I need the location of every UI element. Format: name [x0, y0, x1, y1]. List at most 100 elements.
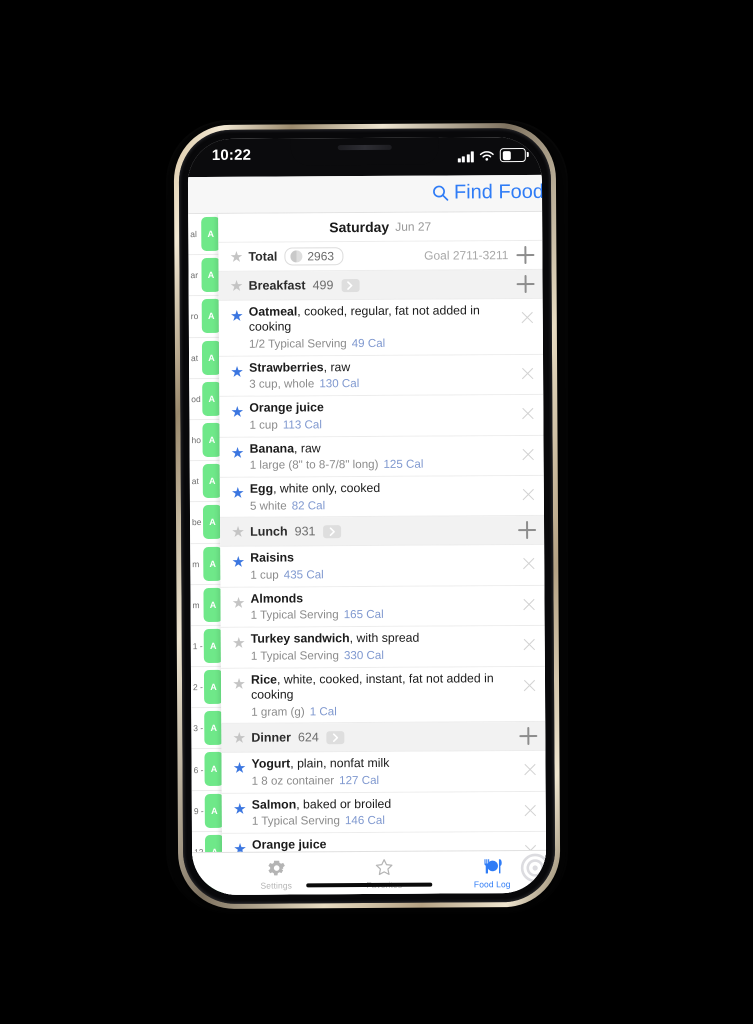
- food-calories: 82 Cal: [291, 498, 326, 512]
- add-food-to-total-button[interactable]: [516, 246, 534, 264]
- food-favorite-star-icon[interactable]: ★: [226, 551, 250, 571]
- find-foods-button[interactable]: Find Foods: [432, 181, 546, 205]
- background-list-row[interactable]: al A: [188, 213, 221, 256]
- food-serving-line: 3 cup, whole 130 Cal: [249, 376, 513, 392]
- total-row: ★ Total 2963 Goal 2711-3211: [218, 240, 543, 272]
- food-log-row[interactable]: ★ Oatmeal, cooked, regular, fat not added…: [218, 298, 544, 357]
- food-name: Almonds: [250, 590, 514, 607]
- food-serving-line: 5 white 82 Cal: [250, 498, 514, 514]
- food-favorite-star-icon[interactable]: ★: [228, 798, 252, 818]
- background-list-row[interactable]: mA: [190, 584, 223, 626]
- section-star-icon[interactable]: ★: [225, 277, 249, 294]
- background-list-row[interactable]: ho A: [189, 419, 222, 462]
- earpiece-speaker: [337, 144, 392, 151]
- section-star-icon[interactable]: ★: [226, 524, 250, 541]
- section-expand-button[interactable]: [341, 278, 360, 292]
- day-header: Saturday Jun 27: [218, 211, 543, 243]
- food-log-row[interactable]: ★ Rice, white, cooked, instant, fat not a…: [220, 666, 546, 725]
- food-favorite-star-icon[interactable]: ★: [226, 482, 250, 502]
- background-list-row[interactable]: 6 -A: [191, 749, 224, 791]
- home-indicator[interactable]: [306, 882, 433, 888]
- background-list-row[interactable]: 3 -A: [191, 708, 224, 750]
- remove-food-button[interactable]: [521, 407, 534, 420]
- food-serving-line: 1 8 oz container 127 Cal: [252, 773, 516, 789]
- food-serving: 1 cup: [249, 418, 278, 432]
- add-food-to-section-button[interactable]: [517, 275, 535, 293]
- battery-icon: [499, 148, 526, 163]
- total-calories-pill[interactable]: 2963: [284, 247, 344, 266]
- background-list-row[interactable]: 9 -A: [191, 790, 224, 832]
- target-bullseye-icon[interactable]: [520, 853, 547, 883]
- section-name: Lunch: [250, 524, 288, 540]
- food-favorite-star-icon[interactable]: ★: [225, 401, 249, 421]
- remove-food-button[interactable]: [521, 311, 534, 324]
- food-name-primary: Yogurt: [251, 756, 291, 772]
- food-favorite-star-icon[interactable]: ★: [226, 592, 250, 612]
- food-details: Salmon, baked or broiled 1 Typical Servin…: [252, 796, 546, 829]
- section-star-icon[interactable]: ★: [227, 730, 251, 747]
- food-log-row[interactable]: ★ Egg, white only, cooked 5 white 82 Cal: [219, 475, 545, 519]
- background-list-row[interactable]: 2 -A: [190, 666, 224, 709]
- meal-section-header: ★ Breakfast 499: [218, 269, 543, 301]
- background-list-row[interactable]: ro A: [188, 296, 221, 338]
- background-list-row[interactable]: at A: [188, 337, 222, 379]
- food-name-primary: Salmon: [251, 797, 297, 812]
- remove-food-button[interactable]: [523, 638, 536, 651]
- section-expand-button[interactable]: [323, 525, 342, 539]
- add-food-to-section-button[interactable]: [518, 521, 536, 539]
- background-list-row[interactable]: od A: [189, 378, 222, 421]
- food-name: Egg, white only, cooked: [250, 480, 514, 497]
- food-serving: 1 Typical Serving: [250, 608, 339, 623]
- add-food-to-section-button[interactable]: [519, 727, 537, 745]
- status-bar: 10:22: [187, 136, 542, 178]
- food-log-row[interactable]: ★ Almonds 1 Typical Serving 165 Cal: [220, 585, 545, 629]
- food-serving-line: 1 large (8" to 8-7/8" long) 125 Cal: [250, 457, 514, 473]
- food-log-row[interactable]: ★ Raisins 1 cup 435 Cal: [220, 545, 545, 588]
- food-name: Orange juice: [249, 399, 513, 416]
- nutrition-grade-badge: A: [204, 793, 224, 828]
- status-time: 10:22: [211, 146, 252, 164]
- status-icons: [457, 148, 526, 163]
- background-list-row[interactable]: 1 -A: [190, 625, 223, 668]
- food-calories: 1 Cal: [309, 704, 337, 718]
- gear-icon: [267, 860, 285, 876]
- food-favorite-star-icon[interactable]: ★: [225, 305, 249, 325]
- remove-food-button[interactable]: [523, 598, 536, 611]
- signal-bars-icon: [457, 151, 474, 163]
- background-list-row[interactable]: ar A: [188, 255, 221, 297]
- remove-food-button[interactable]: [524, 763, 537, 776]
- food-log-row[interactable]: ★ Yogurt, plain, nonfat milk 1 8 oz contai…: [221, 751, 546, 794]
- wifi-icon: [479, 151, 494, 161]
- food-favorite-star-icon[interactable]: ★: [226, 441, 250, 461]
- food-log-row[interactable]: ★ Banana, raw 1 large (8" to 8-7/8" long) 1…: [219, 435, 544, 478]
- food-serving: 5 white: [249, 499, 287, 513]
- remove-food-button[interactable]: [522, 557, 535, 570]
- food-favorite-star-icon[interactable]: ★: [227, 632, 251, 652]
- food-favorite-star-icon[interactable]: ★: [227, 757, 251, 777]
- background-list-row[interactable]: at A: [189, 461, 222, 503]
- background-list-row[interactable]: mA: [190, 543, 223, 585]
- food-log-row[interactable]: ★ Turkey sandwich, with spread 1 Typical S…: [220, 626, 545, 669]
- food-log-row[interactable]: ★ Salmon, baked or broiled 1 Typical Servi…: [221, 791, 546, 835]
- food-favorite-star-icon[interactable]: ★: [225, 361, 249, 381]
- food-log-row[interactable]: ★ Orange juice 1 cup 113 Cal: [219, 395, 544, 438]
- remove-food-button[interactable]: [521, 367, 534, 380]
- find-foods-label: Find Foods: [453, 180, 547, 204]
- total-star-icon[interactable]: ★: [224, 248, 248, 265]
- food-serving: 1/2 Typical Serving: [248, 337, 347, 351]
- section-expand-button[interactable]: [326, 731, 345, 745]
- remove-food-button[interactable]: [524, 804, 537, 817]
- background-list-row[interactable]: be A: [189, 502, 223, 544]
- tab-bar: Settings Favorites F: [192, 849, 547, 896]
- food-favorite-star-icon[interactable]: ★: [227, 672, 251, 692]
- food-name: Banana, raw: [250, 440, 514, 457]
- food-log-row[interactable]: ★ Strawberries, raw 3 cup, whole 130 Cal: [219, 354, 544, 398]
- food-name: Strawberries, raw: [249, 359, 513, 376]
- remove-food-button[interactable]: [523, 679, 536, 692]
- food-serving: 1 cup: [250, 568, 279, 582]
- food-details: Yogurt, plain, nonfat milk 1 8 oz contain…: [251, 755, 545, 788]
- food-serving-line: 1 gram (g) 1 Cal: [251, 704, 515, 720]
- remove-food-button[interactable]: [522, 488, 535, 501]
- food-serving: 1 large (8" to 8-7/8" long): [249, 458, 379, 472]
- remove-food-button[interactable]: [522, 448, 535, 461]
